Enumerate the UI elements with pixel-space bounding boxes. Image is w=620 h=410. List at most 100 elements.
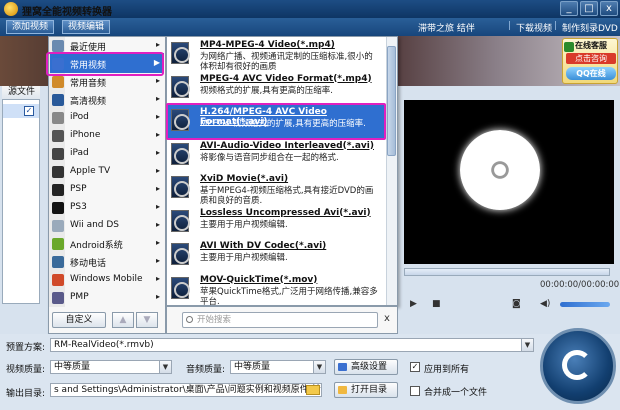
format-item[interactable]: XviD Movie(*.avi) 基于MPEG4-视频压缩格式,具有接近DVD的… — [168, 172, 386, 206]
snapshot-button[interactable]: ◙ — [512, 299, 521, 309]
category-item[interactable]: 移动电话 ▸ — [50, 253, 164, 271]
category-item[interactable]: iPhone ▸ — [50, 127, 164, 145]
format-item[interactable]: MP4-MPEG-4 Video(*.mp4) 为网络广播、视频通讯定制的压缩标准… — [168, 38, 386, 72]
video-format-icon — [171, 142, 190, 165]
category-item[interactable]: Apple TV ▸ — [50, 163, 164, 181]
merge-label: 合并成一个文件 — [424, 388, 488, 398]
video-quality-select[interactable]: 中等质量 ▼ — [50, 360, 172, 374]
chevron-down-icon: ▼ — [159, 361, 171, 373]
format-title: MPEG-4 AVC Video Format(*.mp4) — [200, 73, 372, 84]
output-dir-value: s and Settings\Administrator\桌面\产品\问题实例和… — [54, 385, 322, 395]
video-format-icon — [171, 75, 190, 98]
volume-icon[interactable]: ◀) — [540, 299, 550, 309]
video-format-icon — [171, 276, 190, 299]
file-checkbox[interactable]: ✓ — [24, 106, 34, 116]
toolbar-separator: | — [554, 21, 558, 31]
apply-all-checkbox[interactable]: ✓ — [410, 362, 420, 372]
volume-slider[interactable] — [560, 302, 610, 307]
app-logo-icon — [4, 2, 18, 16]
format-item[interactable]: MPEG-4 AVC Video Format(*.mp4) 视频格式的扩展,具有… — [168, 72, 386, 106]
chevron-right-icon: ▸ — [155, 148, 160, 157]
format-title: MP4-MPEG-4 Video(*.mp4) — [200, 40, 335, 50]
video-quality-label: 视频质量: — [6, 365, 46, 375]
qq-online-button[interactable]: QQ在线 — [566, 67, 616, 80]
category-label: PSP — [70, 184, 87, 194]
hd-icon — [52, 94, 64, 106]
category-item[interactable]: PSP ▸ — [50, 181, 164, 199]
format-item[interactable]: Lossless Uncompressed Avi(*.avi) 主要用于用户视频… — [168, 206, 386, 240]
search-input[interactable]: 开始搜索 — [182, 312, 378, 328]
consult-button[interactable]: 点击咨询 — [566, 53, 616, 64]
audio-quality-select[interactable]: 中等质量 ▼ — [230, 360, 326, 374]
close-button[interactable]: x — [600, 1, 618, 16]
seek-bar[interactable] — [404, 268, 610, 276]
convert-arrow-icon — [562, 350, 592, 380]
file-list-header: 源文件 — [2, 86, 40, 100]
format-description: 视频格式的扩展,具有更高的压缩率. — [200, 85, 333, 96]
chevron-down-icon: ▼ — [313, 361, 325, 373]
chevron-right-icon: ▸ — [155, 220, 160, 229]
category-item[interactable]: 高清视频 ▸ — [50, 91, 164, 109]
format-description: 苹果QuickTime格式,广泛用于网络传播,兼容多平台. — [200, 286, 378, 307]
chevron-down-icon: ▼ — [521, 339, 533, 351]
format-item[interactable]: AVI-Audio-Video Interleaved(*.avi) 将影像与语音… — [168, 139, 386, 173]
merge-checkbox[interactable] — [410, 386, 420, 396]
category-item[interactable]: Wii and DS ▸ — [50, 217, 164, 235]
service-icon — [564, 42, 574, 52]
folder-open-icon — [338, 386, 347, 394]
stop-button[interactable]: ■ — [432, 299, 441, 309]
category-label: Wii and DS — [70, 220, 119, 230]
apply-all-label: 应用到所有 — [424, 365, 470, 375]
chevron-right-icon: ▸ — [155, 76, 160, 85]
open-directory-label: 打开目录 — [351, 385, 388, 395]
category-label: Windows Mobile — [70, 274, 143, 284]
format-item[interactable]: AVI With DV Codec(*.avi) 主要用于用户视频编辑. — [168, 239, 386, 273]
close-icon[interactable]: x — [381, 313, 393, 325]
move-down-button[interactable]: ▼ — [136, 312, 158, 328]
preset-select[interactable]: RM-RealVideo(*.rmvb) ▼ — [50, 338, 534, 352]
category-label: PMP — [70, 292, 89, 302]
output-dir-input[interactable]: s and Settings\Administrator\桌面\产品\问题实例和… — [50, 383, 322, 397]
add-video-button[interactable]: 添加视频 — [6, 20, 55, 34]
toolbar-link-travel[interactable]: 滞带之旅 结伴 — [418, 21, 475, 34]
play-button[interactable]: ▶ — [410, 299, 417, 309]
music-icon — [52, 76, 64, 88]
folder-icon[interactable] — [306, 385, 320, 395]
category-item[interactable]: PMP ▸ — [50, 289, 164, 307]
format-scroll-thumb[interactable] — [387, 46, 396, 156]
category-item[interactable]: PS3 ▸ — [50, 199, 164, 217]
burn-dvd-link[interactable]: 制作刻录DVD — [562, 21, 618, 34]
format-title: AVI-Audio-Video Interleaved(*.avi) — [200, 140, 374, 151]
format-description: 主要用于用户视频编辑. — [200, 219, 288, 230]
windows-icon — [52, 274, 64, 286]
category-label: iPad — [70, 148, 89, 158]
open-directory-button[interactable]: 打开目录 — [334, 382, 398, 398]
download-video-link[interactable]: 下载视频 — [516, 21, 552, 34]
video-format-icon — [171, 243, 190, 265]
video-format-icon — [171, 209, 190, 232]
phone-icon — [52, 256, 64, 268]
edit-video-button[interactable]: 视频编辑 — [62, 20, 111, 34]
category-item[interactable]: Android系统 ▸ — [50, 235, 164, 253]
advanced-settings-button[interactable]: 高级设置 — [334, 359, 398, 375]
customize-button[interactable]: 自定义 — [52, 312, 106, 328]
chevron-right-icon: ▸ — [155, 292, 160, 301]
video-format-icon — [171, 176, 190, 198]
format-title: XviD Movie(*.avi) — [200, 174, 289, 184]
chevron-right-icon: ▸ — [155, 94, 160, 103]
maximize-button[interactable]: □ — [580, 1, 598, 16]
gear-icon — [338, 363, 347, 371]
minimize-button[interactable]: _ — [560, 1, 578, 16]
category-label: PS3 — [70, 202, 87, 212]
category-label: 移动电话 — [70, 259, 107, 269]
format-title: Lossless Uncompressed Avi(*.avi) — [200, 207, 371, 218]
format-item[interactable]: MOV-QuickTime(*.mov) 苹果QuickTime格式,广泛用于网络… — [168, 273, 386, 307]
category-item[interactable]: iPad ▸ — [50, 145, 164, 163]
preset-value: RM-RealVideo(*.rmvb) — [54, 340, 154, 350]
category-item[interactable]: Windows Mobile ▸ — [50, 271, 164, 289]
format-description: 基于MPEG4-视频压缩格式,具有接近DVD的画质和良好的音质. — [200, 186, 374, 206]
iphone-icon — [52, 130, 64, 142]
category-item[interactable]: iPod ▸ — [50, 109, 164, 127]
move-up-button[interactable]: ▲ — [112, 312, 134, 328]
clock-icon — [52, 40, 64, 52]
